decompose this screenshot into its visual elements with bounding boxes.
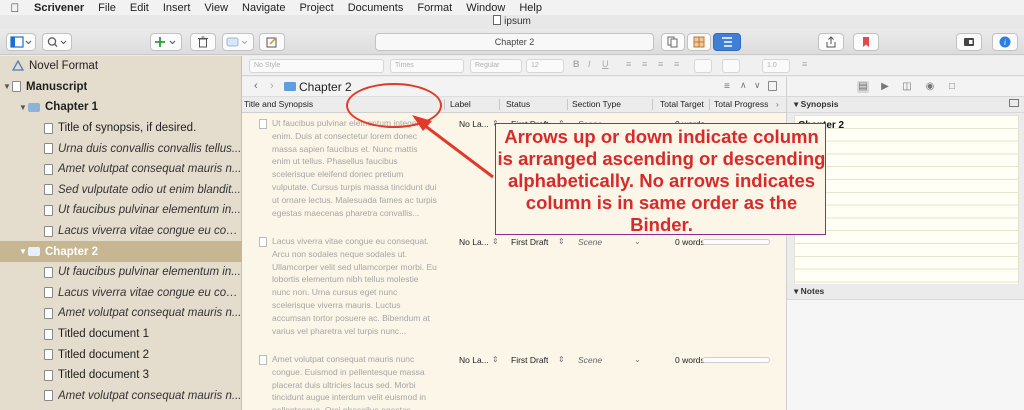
annotation-text: Arrows up or down indicate column is arr… bbox=[497, 126, 826, 235]
annotation-callout: Arrows up or down indicate column is arr… bbox=[495, 123, 826, 235]
